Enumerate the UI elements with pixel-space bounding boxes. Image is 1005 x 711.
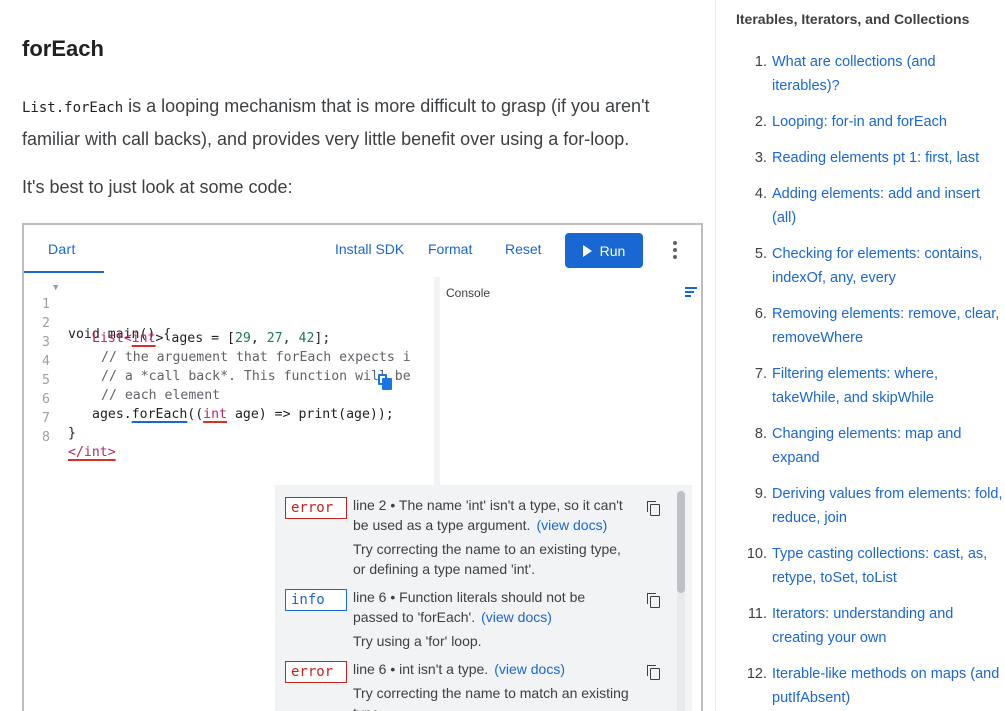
code-token-error: </int>	[68, 445, 116, 460]
toc-link[interactable]: Iterable-like methods on maps (and putIf…	[772, 662, 1004, 710]
issue-fix: Try using a 'for' loop.	[353, 633, 482, 649]
problems-panel: error line 2 • The name 'int' isn't a ty…	[275, 485, 692, 711]
toc-title: Iterables, Iterators, and Collections	[736, 11, 970, 27]
issue-fix: Try correcting the name to an existing t…	[353, 541, 621, 577]
info-badge: info	[285, 589, 347, 611]
code-line: 3 // the arguement that forEach expects …	[24, 320, 428, 365]
console-panel: Console	[434, 277, 701, 485]
scrollbar-thumb[interactable]	[677, 491, 685, 593]
play-icon	[582, 244, 592, 257]
copy-icon[interactable]	[647, 501, 661, 517]
toc-number: 11.	[747, 606, 767, 622]
issue-message: line 6 • int isn't a type. (view docs)	[353, 659, 633, 679]
code-line: 4 // a *call back*. This function will b…	[24, 339, 428, 384]
inline-code: List.forEach	[22, 100, 124, 116]
line-number: 8	[42, 430, 50, 445]
dartpad-toolbar: Dart Install SDK Format Reset Run	[24, 225, 701, 275]
console-label: Console	[446, 286, 491, 300]
copy-icon[interactable]	[647, 665, 661, 681]
code-line: 1 ▼ void main() {	[24, 282, 428, 342]
view-docs-link[interactable]: (view docs)	[481, 609, 552, 625]
copy-icon[interactable]	[647, 593, 661, 609]
code-line: 5 // each element	[24, 358, 428, 403]
issue-message-text: line 6 • int isn't a type.	[353, 661, 489, 677]
toc-link[interactable]: Adding elements: add and insert (all)	[772, 182, 1004, 230]
install-sdk-button[interactable]: Install SDK	[335, 241, 404, 257]
error-badge: error	[285, 661, 347, 683]
tab-dart[interactable]: Dart	[24, 225, 104, 273]
article: forEach List.forEach is a looping mechan…	[0, 0, 715, 711]
toc-number: 5.	[754, 246, 767, 262]
toc-number: 2.	[754, 114, 767, 130]
toc-number: 8.	[754, 426, 767, 442]
toc-link[interactable]: Type casting collections: cast, as, rety…	[772, 542, 1004, 590]
tab-dart-label: Dart	[48, 241, 76, 257]
clear-console-icon[interactable]	[685, 287, 697, 297]
more-options-icon[interactable]	[671, 238, 679, 262]
issue-fix: Try correcting the name to match an exis…	[353, 685, 629, 711]
toc-link[interactable]: Reading elements pt 1: first, last	[772, 146, 1004, 170]
code-line: 6 ages.forEach((int age) => print(age));	[24, 377, 428, 422]
toc-number: 12.	[746, 666, 767, 682]
issue-message: line 6 • Function literals should not be…	[353, 587, 633, 627]
toc-link[interactable]: Removing elements: remove, clear, remove…	[772, 302, 1004, 350]
toc-number: 4.	[754, 186, 767, 202]
toc-number: 10.	[746, 546, 767, 562]
error-badge: error	[285, 497, 347, 519]
section-heading: forEach	[22, 36, 104, 61]
intro-paragraph: List.forEach is a looping mechanism that…	[22, 91, 712, 155]
toc-link[interactable]: Deriving values from elements: fold, red…	[772, 482, 1004, 530]
toc-link[interactable]: What are collections (and iterables)?	[772, 50, 1004, 98]
toc-number: 3.	[754, 150, 767, 166]
lead-in-paragraph: It's best to just look at some code:	[22, 177, 293, 197]
toc-link[interactable]: Checking for elements: contains, indexOf…	[772, 242, 1004, 290]
run-label: Run	[599, 242, 626, 259]
fold-arrow-icon[interactable]: ▼	[53, 283, 58, 293]
issue-message: line 2 • The name 'int' isn't a type, so…	[353, 495, 633, 535]
format-button[interactable]: Format	[428, 241, 472, 257]
toc-number: 1.	[754, 54, 767, 70]
toc-number: 7.	[754, 366, 767, 382]
view-docs-link[interactable]: (view docs)	[494, 661, 565, 677]
toc-number: 6.	[754, 306, 767, 322]
toc-link[interactable]: Filtering elements: where, takeWhile, an…	[772, 362, 1004, 410]
copy-icon[interactable]	[378, 374, 392, 390]
dartpad-embed: Dart Install SDK Format Reset Run 1 ▼ vo…	[22, 223, 703, 711]
reset-button[interactable]: Reset	[505, 241, 542, 257]
toc-link[interactable]: Changing elements: map and expand	[772, 422, 1004, 470]
code-line: 7 }	[24, 396, 428, 441]
toc-link[interactable]: Iterators: understanding and creating yo…	[772, 602, 1004, 650]
problems-scrollbar[interactable]	[677, 491, 685, 711]
run-button[interactable]: Run	[565, 233, 643, 268]
code-line: 8 </int>	[24, 415, 428, 460]
toc-link[interactable]: Looping: for-in and forEach	[772, 110, 1004, 134]
table-of-contents: Iterables, Iterators, and Collections 1.…	[715, 0, 1005, 711]
code-line: 2 List<int> ages = [29, 27, 42];	[24, 301, 428, 346]
view-docs-link[interactable]: (view docs)	[536, 517, 607, 533]
toc-number: 9.	[754, 486, 767, 502]
